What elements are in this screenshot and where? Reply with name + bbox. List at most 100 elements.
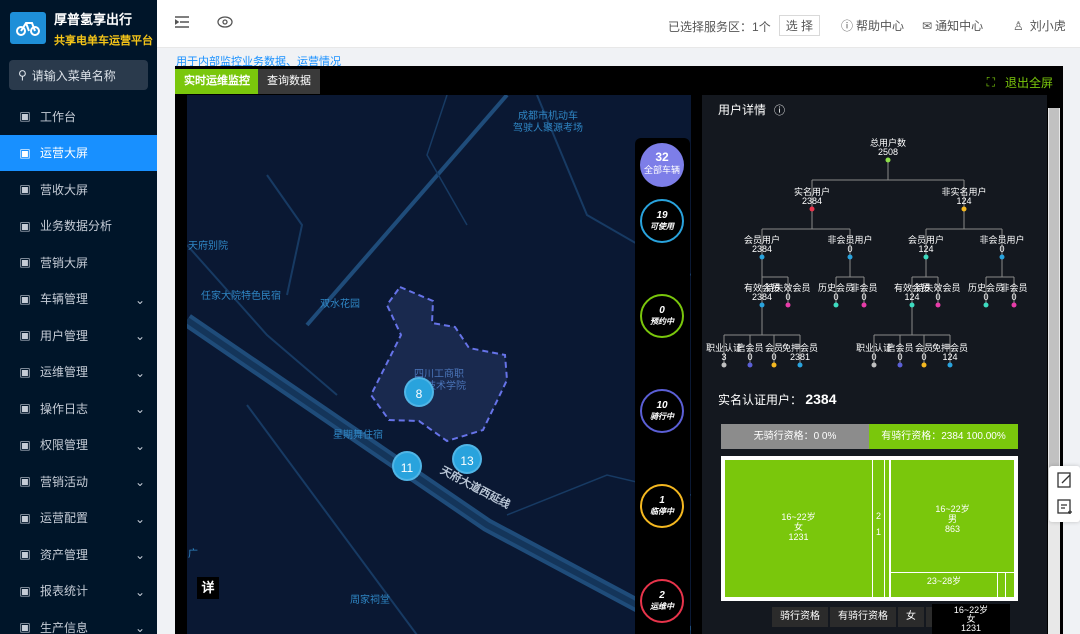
- tree-node[interactable]: [897, 362, 903, 368]
- sidebar-item[interactable]: ▣ 车辆管理 ⌄: [0, 281, 157, 318]
- edit-icon[interactable]: [1057, 472, 1073, 491]
- sidebar-item[interactable]: ▣ 运营配置 ⌄: [0, 500, 157, 537]
- detail-button[interactable]: 详: [197, 577, 219, 599]
- tree-node-value: 0: [1011, 292, 1016, 302]
- scrollbar-thumb[interactable]: [1049, 108, 1059, 468]
- vehicle-status-rail: 32 全部车辆 19 可使用 0 预约中 10 骑行中 1 临停中 2 运维中: [635, 138, 690, 634]
- treemap-cell[interactable]: 16~22岁 男 863: [891, 460, 1014, 572]
- chevron-down-icon: ⌄: [134, 402, 145, 416]
- tab-realtime[interactable]: 实时运维监控: [175, 69, 259, 94]
- tree-node[interactable]: [721, 362, 727, 368]
- sidebar-item-label: 生产信息: [40, 620, 89, 634]
- tree-node[interactable]: [759, 302, 765, 308]
- eye-icon[interactable]: [217, 16, 233, 28]
- sidebar-item[interactable]: ▣ 营销活动 ⌄: [0, 463, 157, 500]
- age-gender-treemap: 16~22岁 女 1231 2 1 16~22岁 男 863 23~28岁: [721, 456, 1018, 601]
- exit-fullscreen-button[interactable]: ⛶ 退出全屏: [987, 74, 1053, 91]
- panel-scrollbar[interactable]: [1048, 108, 1060, 634]
- tree-node[interactable]: [847, 254, 853, 260]
- treemap-cell[interactable]: 2 1: [873, 460, 884, 597]
- tree-node[interactable]: [861, 302, 867, 308]
- treemap-cell[interactable]: 23~28岁: [891, 573, 997, 597]
- monitor-icon: ▣: [19, 109, 31, 124]
- treemap-cell[interactable]: [885, 460, 889, 597]
- log-icon: ▣: [19, 401, 31, 416]
- sidebar-item[interactable]: ▣ 资产管理 ⌄: [0, 536, 157, 573]
- info-icon[interactable]: ⓘ: [774, 102, 785, 118]
- vehicle-status-badge[interactable]: 19 可使用: [640, 199, 684, 243]
- logo[interactable]: 厚普氢享出行 共享电单车运营平台: [0, 0, 157, 56]
- tree-node-value: 124: [942, 352, 957, 362]
- tree-node[interactable]: [797, 362, 803, 368]
- menu-toggle-icon[interactable]: [175, 15, 189, 29]
- tree-node[interactable]: [747, 362, 753, 368]
- vehicle-status-badge[interactable]: 10 骑行中: [640, 389, 684, 433]
- tree-node-value: 0: [871, 352, 876, 362]
- sidebar-item-label: 操作日志: [40, 401, 89, 416]
- total-vehicles-count: 32: [655, 150, 669, 164]
- tree-node[interactable]: [961, 206, 967, 212]
- tree-node[interactable]: [999, 254, 1005, 260]
- breadcrumb-item[interactable]: 有骑行资格: [830, 607, 896, 627]
- treemap-cell[interactable]: 16~22岁 女 1231: [725, 460, 872, 597]
- sidebar-item[interactable]: ▣ 运维管理 ⌄: [0, 354, 157, 391]
- dashboard: 实时运维监控 查询数据 ⛶ 退出全屏 成都市机动车 驾驶人聚源考场 天府别院 任…: [175, 66, 1063, 634]
- tree-node[interactable]: [921, 362, 927, 368]
- tab-query[interactable]: 查询数据: [258, 69, 320, 94]
- bike-cluster[interactable]: 13: [452, 444, 482, 474]
- user-menu[interactable]: ♙ 刘小虎: [1013, 17, 1066, 34]
- sidebar-item[interactable]: ▣ 生产信息 ⌄: [0, 609, 157, 634]
- breadcrumb-item[interactable]: 女: [898, 607, 924, 627]
- map-view[interactable]: 成都市机动车 驾驶人聚源考场 天府别院 任家大院特色民宿 双水花园 四川工商职 …: [187, 95, 691, 634]
- sidebar-item[interactable]: ▣ 营销大屏: [0, 244, 157, 281]
- tree-node[interactable]: [909, 302, 915, 308]
- tree-node[interactable]: [871, 362, 877, 368]
- help-icon: ⓘ: [841, 19, 854, 33]
- sidebar-item[interactable]: ▣ 用户管理 ⌄: [0, 317, 157, 354]
- breadcrumb-item[interactable]: 骑行资格: [772, 607, 828, 627]
- menu-search-input[interactable]: ⚲ 请输入菜单名称: [9, 60, 148, 90]
- has-riding-segment[interactable]: 有骑行资格：2384 100.00%: [869, 424, 1018, 449]
- chevron-down-icon: ⌄: [134, 292, 145, 307]
- sidebar-item[interactable]: ▣ 权限管理 ⌄: [0, 427, 157, 464]
- app-title: 厚普氢享出行: [54, 11, 133, 27]
- tree-node[interactable]: [947, 362, 953, 368]
- riding-eligibility-bar: 无骑行资格：0 0% 有骑行资格：2384 100.00%: [721, 424, 1018, 449]
- notice-center-link[interactable]: ✉ 通知中心: [922, 17, 983, 34]
- bike-cluster[interactable]: 8: [404, 377, 434, 407]
- treemap-cell[interactable]: [998, 573, 1005, 597]
- tree-node[interactable]: [785, 302, 791, 308]
- tree-node[interactable]: [1011, 302, 1017, 308]
- tree-node[interactable]: [809, 206, 815, 212]
- vehicle-status-badge[interactable]: 2 运维中: [640, 579, 684, 623]
- tree-node-value: 0: [771, 352, 776, 362]
- sidebar-item[interactable]: ▣ 工作台: [0, 98, 157, 135]
- chevron-down-icon: ⌄: [134, 621, 145, 634]
- total-vehicles-badge[interactable]: 32 全部车辆: [640, 143, 684, 187]
- no-riding-segment[interactable]: 无骑行资格：0 0%: [721, 424, 869, 449]
- sidebar-item[interactable]: ▣ 操作日志 ⌄: [0, 390, 157, 427]
- tree-node-value: 2508: [878, 147, 898, 157]
- sidebar-item[interactable]: ▣ 业务数据分析: [0, 208, 157, 245]
- region-select-button[interactable]: 选 择: [778, 15, 821, 36]
- chevron-down-icon: ⌄: [134, 584, 145, 599]
- tree-node[interactable]: [771, 362, 777, 368]
- vehicle-status-badge[interactable]: 0 预约中: [640, 294, 684, 338]
- tree-node[interactable]: [885, 157, 891, 163]
- total-vehicles-label: 全部车辆: [643, 165, 680, 175]
- tree-node[interactable]: [759, 254, 765, 260]
- treemap-cell[interactable]: [1006, 573, 1014, 597]
- help-center-link[interactable]: ⓘ 帮助中心: [841, 17, 904, 34]
- treemap-cell-age: 16~22岁: [781, 512, 816, 522]
- sidebar-item[interactable]: ▣ 报表统计 ⌄: [0, 573, 157, 610]
- tree-node[interactable]: [935, 302, 941, 308]
- bar-chart-icon: ▣: [19, 255, 31, 270]
- feedback-icon[interactable]: [1057, 499, 1073, 518]
- vehicle-status-badge[interactable]: 1 临停中: [640, 484, 684, 528]
- tree-node[interactable]: [923, 254, 929, 260]
- bike-cluster[interactable]: 11: [392, 451, 422, 481]
- sidebar-item[interactable]: ▣ 营收大屏: [0, 171, 157, 208]
- tree-node[interactable]: [833, 302, 839, 308]
- sidebar-item[interactable]: ▣ 运营大屏: [0, 134, 157, 171]
- tree-node[interactable]: [983, 302, 989, 308]
